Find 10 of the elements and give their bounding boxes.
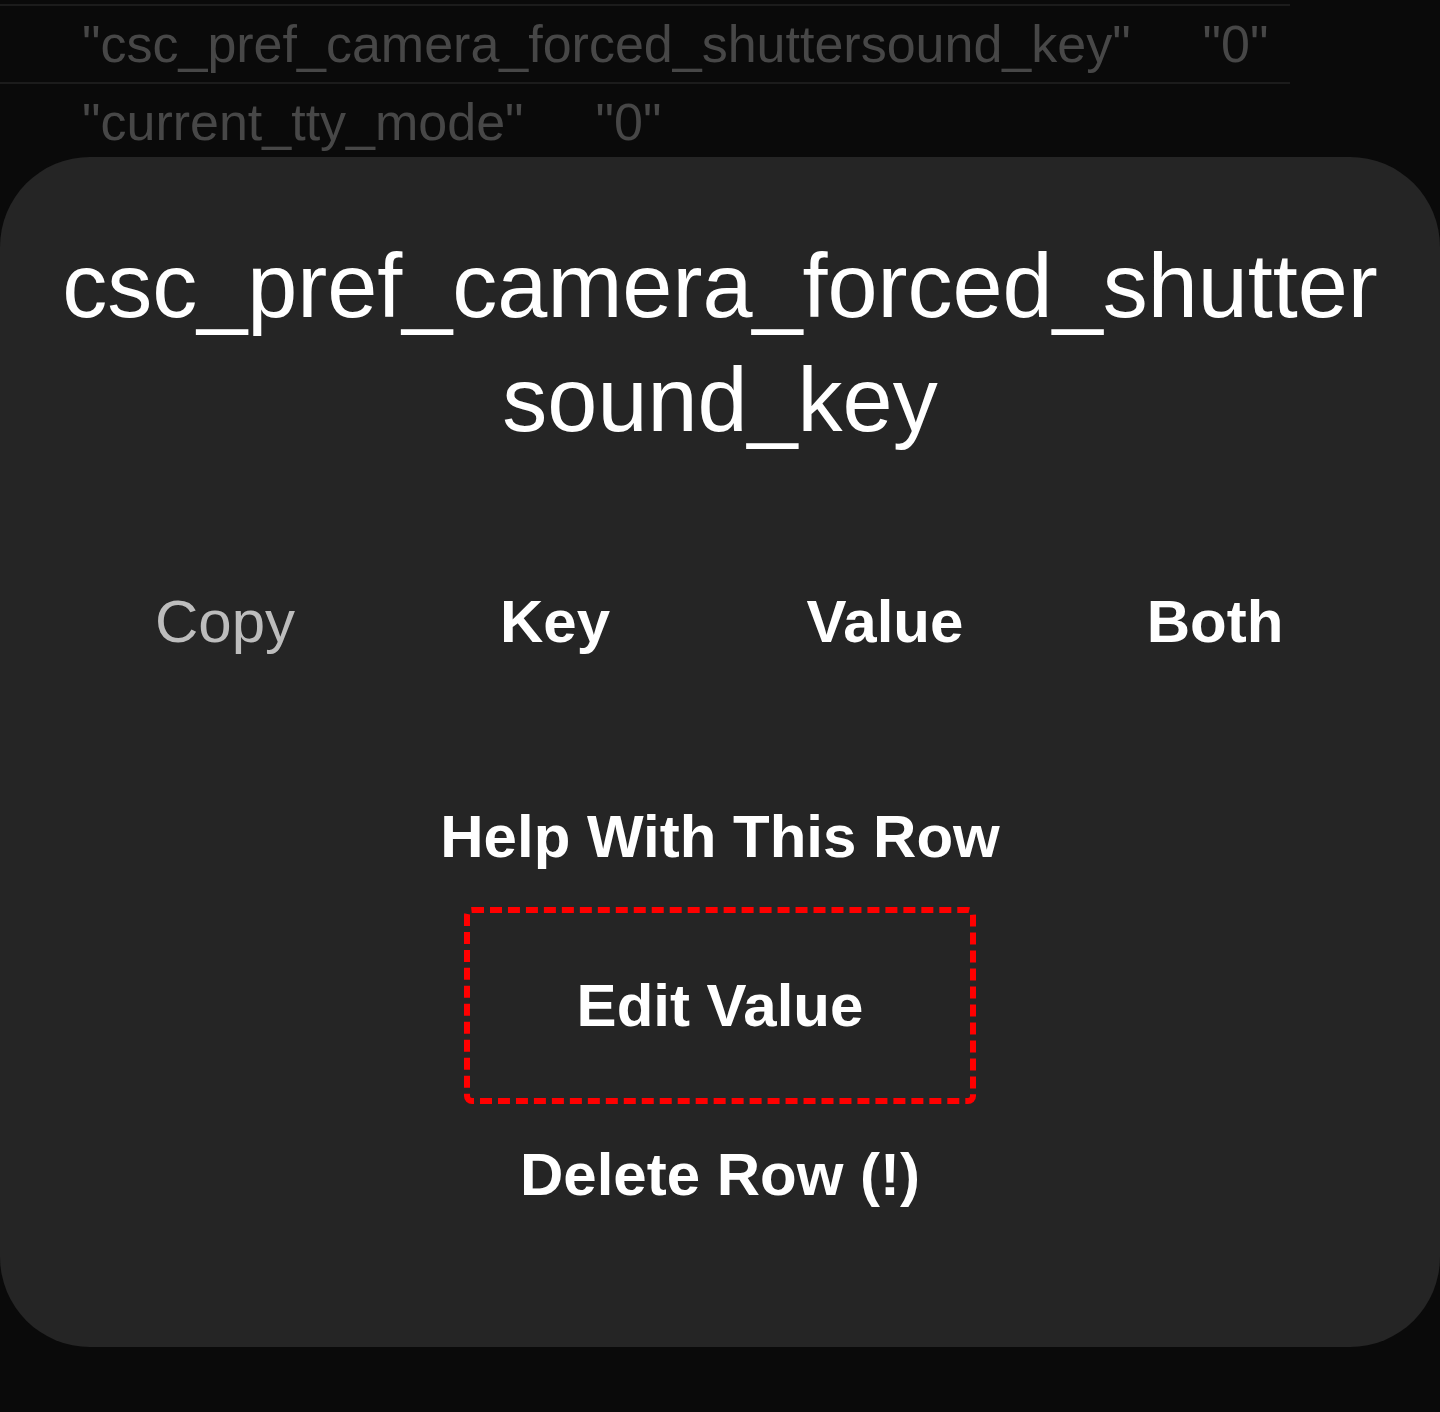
action-button[interactable]: Help With This Row	[414, 766, 1026, 907]
copy-option-button[interactable]: Both	[1146, 587, 1284, 656]
row-value: "0"	[1202, 18, 1269, 70]
copy-option-button[interactable]: Key	[499, 587, 611, 656]
copy-option-button[interactable]: Value	[806, 587, 964, 656]
action-button[interactable]: Delete Row (!)	[494, 1104, 946, 1245]
copy-label: Copy	[154, 587, 296, 656]
row-value: "0"	[595, 96, 662, 148]
action-button[interactable]: Edit Value	[464, 907, 976, 1104]
dialog-title: csc_pref_camera_forced_shuttersound_key	[61, 235, 1379, 452]
